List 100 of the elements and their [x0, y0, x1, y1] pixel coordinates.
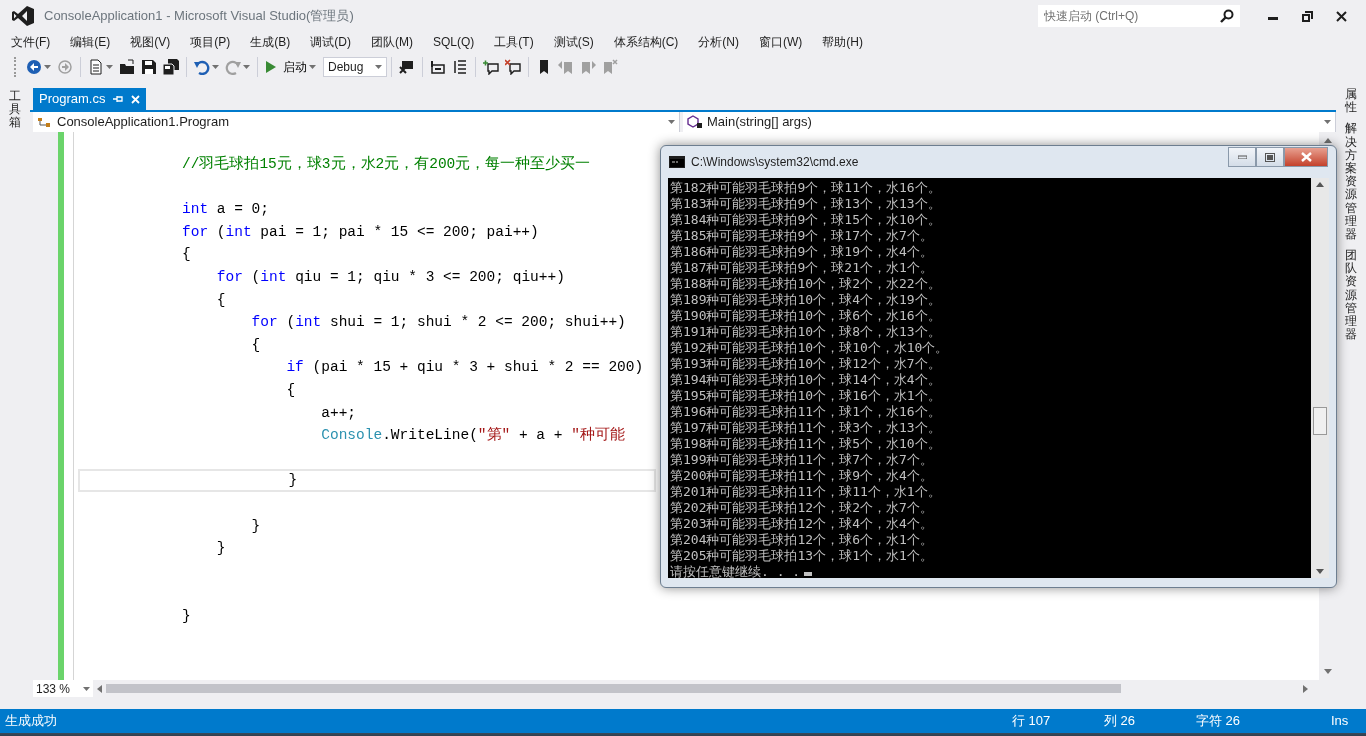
configuration-dropdown[interactable]: Debug: [323, 57, 387, 77]
menu-item[interactable]: 文件(F): [0, 32, 60, 52]
caret-icon[interactable]: [44, 65, 51, 69]
scroll-left-icon[interactable]: [97, 684, 102, 693]
console-line: 第195种可能羽毛球拍10个，球16个，水1个。: [670, 388, 941, 404]
line-number: 行 107: [1012, 712, 1052, 731]
console-line: 第193种可能羽毛球拍10个，球12个，水7个。: [670, 356, 941, 372]
console-line: 第205种可能羽毛球拍13个，球1个，水1个。: [670, 548, 933, 564]
maximize-button[interactable]: [1256, 147, 1284, 167]
column-number: 列 26: [1104, 712, 1137, 731]
scroll-thumb[interactable]: [1313, 407, 1327, 435]
console-line: 第197种可能羽毛球拍11个，球3个，水13个。: [670, 420, 941, 436]
menu-item[interactable]: 团队(M): [360, 32, 422, 52]
menu-item[interactable]: 项目(P): [179, 32, 240, 52]
type-dropdown[interactable]: ConsoleApplication1.Program: [33, 112, 680, 132]
member-dropdown[interactable]: Main(string[] args): [683, 112, 1336, 132]
scroll-down-icon[interactable]: [1323, 669, 1332, 674]
console-line: 第185种可能羽毛球拍9个，球17个，水7个。: [670, 228, 933, 244]
caret-icon[interactable]: [83, 686, 90, 691]
console-line: 第188种可能羽毛球拍10个，球2个，水22个。: [670, 276, 941, 292]
caret-icon[interactable]: [375, 65, 382, 69]
status-message: 生成成功: [4, 712, 58, 731]
code-line: }: [215, 539, 226, 559]
caret-icon[interactable]: [212, 65, 219, 69]
console-line: 第189种可能羽毛球拍10个，球4个，水19个。: [670, 292, 941, 308]
menu-item[interactable]: 视图(V): [119, 32, 180, 52]
undo-icon: [194, 59, 210, 75]
code-line: a++;: [320, 403, 357, 423]
console-line: 第198种可能羽毛球拍11个，球5个，水10个。: [670, 436, 941, 452]
class-icon: [37, 115, 53, 129]
console-line: 第201种可能羽毛球拍11个，球11个，水1个。: [670, 484, 941, 500]
code-line: if (pai * 15 + qiu * 3 + shui * 2 == 200): [285, 358, 644, 378]
console-line: 第183种可能羽毛球拍9个，球13个，水13个。: [670, 196, 941, 212]
bookmark-next-icon: [580, 59, 596, 75]
close-icon[interactable]: [131, 94, 141, 104]
window-title: ConsoleApplication1 - Microsoft Visual Studio(管理员): [44, 7, 354, 26]
logo-icon: [12, 6, 34, 26]
character-number: 字符 26: [1196, 712, 1242, 731]
quick-launch-field[interactable]: 快速启动 (Ctrl+Q): [1038, 5, 1240, 27]
new-file-icon: [88, 59, 104, 75]
caret-icon[interactable]: [309, 65, 316, 69]
code-line: Console.WriteLine("第" + a + "种可能: [320, 425, 625, 446]
code-line: {: [181, 245, 191, 265]
menu-item[interactable]: 编辑(E): [59, 32, 120, 52]
menu-item[interactable]: 窗口(W): [748, 32, 812, 52]
document-tab[interactable]: Program.cs: [33, 88, 147, 110]
console-line: 第199种可能羽毛球拍11个，球7个，水7个。: [670, 452, 933, 468]
menu-item[interactable]: 生成(B): [239, 32, 300, 52]
panel-icon: [430, 59, 446, 75]
tool-window-tab[interactable]: 解决方案资源管理器: [1345, 122, 1357, 242]
pin-icon[interactable]: [113, 94, 124, 104]
code-line: }: [250, 516, 261, 536]
start-button[interactable]: 启动: [262, 56, 319, 78]
console-title: C:\Windows\system32\cmd.exe: [691, 154, 859, 171]
menu-item[interactable]: SQL(Q): [422, 32, 484, 52]
scroll-down-icon[interactable]: [1316, 569, 1324, 574]
console-line: 请按任意键继续. . .: [670, 564, 801, 578]
menu-item[interactable]: 工具(T): [483, 32, 543, 52]
scroll-up-icon[interactable]: [1323, 138, 1332, 143]
uncomment-button[interactable]: [502, 57, 524, 77]
code-line: for (int shui = 1; shui * 2 <= 200; shui++): [250, 313, 626, 333]
search-icon: [1220, 9, 1234, 23]
tool-window-tab[interactable]: 团队资源管理器: [1345, 249, 1357, 342]
console-icon: [669, 156, 685, 168]
uncomment-icon: [505, 59, 521, 75]
code-line: //羽毛球拍15元，球3元，水2元，有200元，每一种至少买一: [181, 154, 591, 174]
console-line: 第194种可能羽毛球拍10个，球14个，水4个。: [670, 372, 941, 388]
maximize-icon: [1265, 152, 1275, 162]
caret-icon[interactable]: [106, 65, 113, 69]
console-line: 第182种可能羽毛球拍9个，球11个，水16个。: [670, 180, 941, 196]
tool-window-tab[interactable]: 属性: [1345, 88, 1357, 115]
comment-icon: [483, 59, 499, 75]
console-line: 第203种可能羽毛球拍12个，球4个，水4个。: [670, 516, 933, 532]
zoom-dropdown[interactable]: 133 %: [33, 680, 93, 697]
method-icon: [687, 115, 703, 129]
bookmark-clear-icon: [602, 59, 618, 75]
console-line: 第187种可能羽毛球拍9个，球21个，水1个。: [670, 260, 933, 276]
caret-icon[interactable]: [1324, 120, 1331, 124]
insert-mode: Ins: [1331, 712, 1350, 731]
menu-item[interactable]: 测试(S): [542, 32, 603, 52]
scroll-right-icon[interactable]: [1303, 684, 1308, 693]
console-line: 第191种可能羽毛球拍10个，球8个，水13个。: [670, 324, 941, 340]
caret-icon[interactable]: [668, 120, 675, 124]
console-line: 第184种可能羽毛球拍9个，球15个，水10个。: [670, 212, 941, 228]
console-scrollbar[interactable]: [1311, 178, 1329, 578]
play-icon: [265, 60, 277, 74]
console-line: 第202种可能羽毛球拍12个，球2个，水7个。: [670, 500, 933, 516]
menu-item[interactable]: 体系结构(C): [602, 32, 688, 52]
scroll-up-icon[interactable]: [1316, 182, 1324, 187]
menu-item[interactable]: 帮助(H): [811, 32, 872, 52]
menu-item[interactable]: 分析(N): [687, 32, 748, 52]
bookmark-prev-icon: [558, 59, 574, 75]
tool-window-tab[interactable]: 工具箱: [9, 90, 21, 130]
console-line: 第186种可能羽毛球拍9个，球19个，水4个。: [670, 244, 933, 260]
console-line: 第192种可能羽毛球拍10个，球10个，水10个。: [670, 340, 949, 356]
close-icon: [1335, 10, 1347, 22]
window-icon: [399, 59, 415, 75]
close-icon: [1300, 152, 1312, 162]
save-all-button[interactable]: [160, 57, 182, 77]
menu-item[interactable]: 调试(D): [299, 32, 360, 52]
